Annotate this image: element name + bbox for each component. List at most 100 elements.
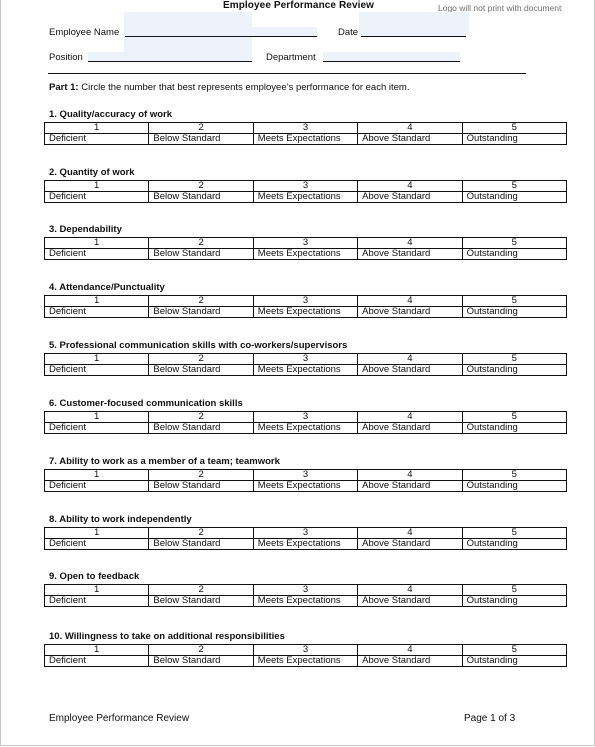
rating-label-4: Above Standard xyxy=(357,306,463,318)
rating-label-4: Above Standard xyxy=(357,480,463,492)
rating-option-5[interactable]: 5 xyxy=(461,180,568,192)
rating-option-1[interactable]: 1 xyxy=(43,527,150,539)
rating-option-3[interactable]: 3 xyxy=(252,295,359,307)
rating-option-3[interactable]: 3 xyxy=(252,237,359,249)
rating-option-3[interactable]: 3 xyxy=(252,353,359,365)
department-field[interactable] xyxy=(323,52,460,62)
header-divider xyxy=(48,73,526,74)
question-title: 7. Ability to work as a member of a team… xyxy=(49,456,280,467)
rating-option-4[interactable]: 4 xyxy=(357,411,463,423)
rating-option-4[interactable]: 4 xyxy=(357,527,463,539)
rating-option-2[interactable]: 2 xyxy=(148,353,254,365)
rating-label-5: Outstanding xyxy=(461,538,568,550)
footer-title: Employee Performance Review xyxy=(49,713,190,724)
rating-number-row: 12345 xyxy=(43,180,568,192)
rating-option-3[interactable]: 3 xyxy=(252,411,359,423)
rating-option-3[interactable]: 3 xyxy=(252,469,359,481)
rating-option-5[interactable]: 5 xyxy=(461,469,568,481)
position-field[interactable] xyxy=(88,52,252,62)
rating-option-1[interactable]: 1 xyxy=(43,122,150,134)
rating-option-2[interactable]: 2 xyxy=(148,295,254,307)
rating-option-4[interactable]: 4 xyxy=(357,353,463,365)
rating-option-2[interactable]: 2 xyxy=(148,122,254,134)
rating-label-5: Outstanding xyxy=(461,191,568,203)
rating-label-5: Outstanding xyxy=(461,248,568,260)
rating-label-2: Below Standard xyxy=(148,538,254,550)
rating-option-5[interactable]: 5 xyxy=(461,644,568,656)
rating-option-3[interactable]: 3 xyxy=(252,122,359,134)
question-title: 8. Ability to work independently xyxy=(49,514,192,525)
rating-label-2: Below Standard xyxy=(148,133,254,145)
rating-option-1[interactable]: 1 xyxy=(43,584,150,596)
rating-option-4[interactable]: 4 xyxy=(357,122,463,134)
department-label: Department xyxy=(266,52,316,63)
rating-option-1[interactable]: 1 xyxy=(43,353,150,365)
rating-option-5[interactable]: 5 xyxy=(461,122,568,134)
rating-label-3: Meets Expectations xyxy=(252,306,359,318)
rating-option-4[interactable]: 4 xyxy=(357,237,463,249)
rating-option-2[interactable]: 2 xyxy=(148,644,254,656)
rating-option-4[interactable]: 4 xyxy=(357,644,463,656)
question-title: 5. Professional communication skills wit… xyxy=(49,340,348,351)
rating-option-3[interactable]: 3 xyxy=(252,527,359,539)
rating-option-1[interactable]: 1 xyxy=(43,411,150,423)
rating-label-row: Deficient Below Standard Meets Expectation… xyxy=(43,248,568,260)
rating-option-5[interactable]: 5 xyxy=(461,527,568,539)
rating-option-3[interactable]: 3 xyxy=(252,644,359,656)
rating-option-1[interactable]: 1 xyxy=(43,644,150,656)
rating-number-row: 12345 xyxy=(43,527,568,539)
rating-option-4[interactable]: 4 xyxy=(357,469,463,481)
rating-scale-table: 1 2 3 4 5 Deficient Below Standard Meets Expect… xyxy=(43,527,568,550)
rating-label-2: Below Standard xyxy=(148,364,254,376)
rating-number-row: 12345 xyxy=(43,411,568,423)
rating-label-1: Deficient xyxy=(43,538,150,550)
rating-label-1: Deficient xyxy=(43,422,150,434)
rating-option-1[interactable]: 1 xyxy=(43,237,150,249)
rating-label-1: Deficient xyxy=(43,306,150,318)
rating-option-2[interactable]: 2 xyxy=(148,411,254,423)
rating-label-2: Below Standard xyxy=(148,480,254,492)
rating-option-2[interactable]: 2 xyxy=(148,527,254,539)
question-title: 6. Customer-focused communication skills xyxy=(49,398,243,409)
rating-label-row: Deficient Below Standard Meets Expectation… xyxy=(43,655,568,667)
date-field[interactable] xyxy=(361,27,466,37)
part1-text: Circle the number that best represents e… xyxy=(78,82,410,93)
rating-label-3: Meets Expectations xyxy=(252,422,359,434)
rating-label-4: Above Standard xyxy=(357,133,463,145)
rating-label-5: Outstanding xyxy=(461,306,568,318)
rating-option-5[interactable]: 5 xyxy=(461,584,568,596)
rating-option-2[interactable]: 2 xyxy=(148,469,254,481)
rating-option-2[interactable]: 2 xyxy=(148,237,254,249)
rating-label-2: Below Standard xyxy=(148,191,254,203)
rating-label-4: Above Standard xyxy=(357,595,463,607)
rating-label-5: Outstanding xyxy=(461,364,568,376)
rating-option-4[interactable]: 4 xyxy=(357,180,463,192)
rating-label-4: Above Standard xyxy=(357,191,463,203)
rating-option-3[interactable]: 3 xyxy=(252,180,359,192)
rating-label-5: Outstanding xyxy=(461,133,568,145)
document-title-text: Employee Performance Review xyxy=(222,0,375,11)
document-page: Employee Performance Review Logo will no… xyxy=(0,0,595,746)
rating-label-4: Above Standard xyxy=(357,364,463,376)
rating-option-4[interactable]: 4 xyxy=(357,295,463,307)
rating-scale-table: 1 2 3 4 5 Deficient Below Standard Meets Expect… xyxy=(43,122,568,145)
rating-label-row: Deficient Below Standard Meets Expectation… xyxy=(43,306,568,318)
date-label: Date xyxy=(338,27,359,38)
rating-label-3: Meets Expectations xyxy=(252,248,359,260)
rating-number-row: 12345 xyxy=(43,584,568,596)
rating-option-1[interactable]: 1 xyxy=(43,295,150,307)
rating-option-2[interactable]: 2 xyxy=(148,180,254,192)
rating-option-1[interactable]: 1 xyxy=(43,469,150,481)
rating-option-5[interactable]: 5 xyxy=(461,411,568,423)
rating-option-5[interactable]: 5 xyxy=(461,295,568,307)
rating-option-4[interactable]: 4 xyxy=(357,584,463,596)
rating-option-2[interactable]: 2 xyxy=(148,584,254,596)
rating-option-5[interactable]: 5 xyxy=(461,237,568,249)
rating-option-5[interactable]: 5 xyxy=(461,353,568,365)
rating-number-row: 12345 xyxy=(43,237,568,249)
question-title: 3. Dependability xyxy=(49,224,122,235)
rating-option-1[interactable]: 1 xyxy=(43,180,150,192)
employee-name-field[interactable] xyxy=(125,27,317,37)
rating-label-3: Meets Expectations xyxy=(252,595,359,607)
rating-option-3[interactable]: 3 xyxy=(252,584,359,596)
